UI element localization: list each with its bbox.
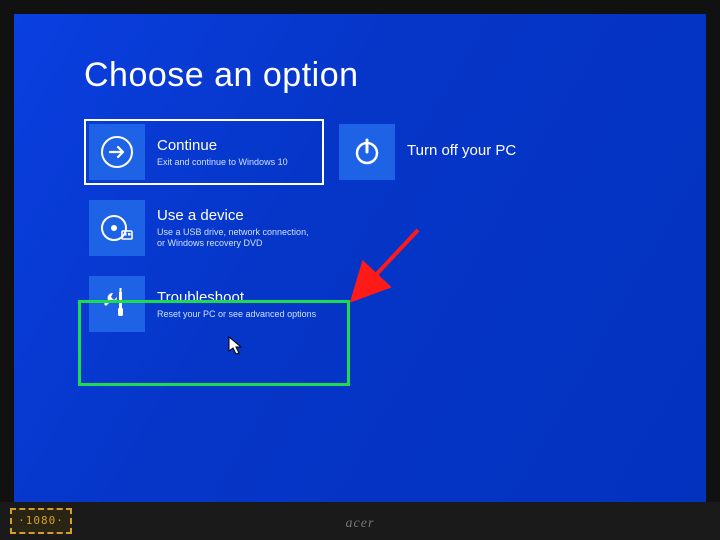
tile-desc: Reset your PC or see advanced options: [157, 309, 316, 320]
tile-desc: Use a USB drive, network connection, or …: [157, 227, 318, 249]
tools-icon: [89, 276, 145, 332]
tile-desc: Exit and continue to Windows 10: [157, 157, 288, 168]
tile-title: Turn off your PC: [407, 142, 516, 160]
tile-title: Troubleshoot: [157, 289, 316, 307]
disc-icon: [89, 200, 145, 256]
laptop-sticker: ·1080·: [10, 508, 72, 534]
laptop-bezel-bottom: acer: [0, 502, 720, 540]
laptop-brand: acer: [346, 516, 375, 532]
continue-tile[interactable]: Continue Exit and continue to Windows 10: [84, 119, 324, 185]
tile-text: Continue Exit and continue to Windows 10: [157, 137, 294, 168]
screen-area: Choose an option Continue Exit and conti…: [14, 14, 706, 502]
page-title: Choose an option: [84, 56, 636, 95]
tile-text: Troubleshoot Reset your PC or see advanc…: [157, 289, 322, 320]
troubleshoot-tile[interactable]: Troubleshoot Reset your PC or see advanc…: [84, 271, 324, 337]
arrow-right-icon: [89, 124, 145, 180]
tile-text: Use a device Use a USB drive, network co…: [157, 207, 324, 249]
cursor-icon: [228, 336, 242, 356]
turn-off-tile[interactable]: Turn off your PC: [334, 119, 574, 185]
tile-text: Turn off your PC: [407, 142, 522, 162]
tile-title: Use a device: [157, 207, 318, 225]
options-grid: Continue Exit and continue to Windows 10…: [84, 119, 624, 337]
use-device-tile[interactable]: Use a device Use a USB drive, network co…: [84, 195, 324, 261]
power-icon: [339, 124, 395, 180]
tile-title: Continue: [157, 137, 288, 155]
